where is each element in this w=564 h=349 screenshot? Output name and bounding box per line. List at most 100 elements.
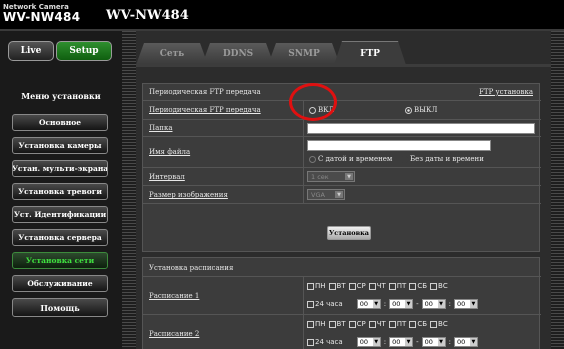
menu-title: Меню установки — [21, 91, 101, 101]
interval-value: 1 сек — [311, 172, 329, 181]
sidebar-item-camera[interactable]: Установка камеры — [12, 137, 108, 154]
all-day-checkbox[interactable]: 24 часа — [307, 338, 343, 346]
column-divider — [303, 315, 304, 349]
day-label: ПН — [315, 282, 326, 290]
day-checkbox-sat[interactable]: СБ — [409, 282, 427, 290]
interval-label[interactable]: Интервал — [149, 173, 185, 181]
tab-ftp[interactable]: FTP — [334, 41, 406, 65]
start-hour-value: 00 — [359, 338, 368, 346]
day-label: СБ — [417, 282, 428, 290]
start-hour-select[interactable]: 00 ▼ — [356, 337, 381, 347]
checkbox-icon — [348, 282, 356, 290]
sidebar-item-basic[interactable]: Основное — [12, 114, 108, 131]
day-checkbox-fri[interactable]: ПТ — [388, 282, 406, 290]
checkbox-icon — [307, 320, 314, 328]
chevron-down-icon: ▼ — [405, 300, 413, 308]
time-separator: : — [448, 338, 451, 346]
day-checkbox-sun[interactable]: ВС — [430, 282, 448, 290]
day-checkbox-tue[interactable]: ВТ — [328, 320, 346, 328]
range-separator: - — [416, 300, 419, 308]
install-button[interactable]: Установка — [327, 226, 371, 240]
tab-network[interactable]: Сеть — [136, 43, 208, 65]
day-checkbox-mon[interactable]: ПН — [307, 282, 326, 290]
with-datetime-radio[interactable]: С датой и временем — [309, 155, 392, 163]
start-minute-select[interactable]: 00 ▼ — [389, 337, 414, 347]
highlight-circle — [289, 83, 337, 121]
start-hour-select[interactable]: 00 ▼ — [356, 299, 381, 309]
schedule-2-times: 24 часа 00 ▼ : 00 ▼ - 00 ▼ : 00 ▼ — [307, 337, 478, 347]
day-checkbox-thu[interactable]: ЧТ — [368, 282, 386, 290]
checkbox-icon — [430, 320, 438, 328]
chevron-down-icon: ▼ — [372, 338, 380, 346]
interval-select[interactable]: 1 сек ▼ — [307, 171, 355, 182]
periodic-ftp-row: Периодическая FTP передача ВКЛ ВЫКЛ — [143, 101, 541, 120]
filename-label[interactable]: Имя файла — [149, 148, 190, 156]
live-button[interactable]: Live — [8, 41, 54, 61]
sidebar-item-multiscreen[interactable]: Устан. мульти-экрана — [12, 160, 108, 177]
image-size-select[interactable]: VGA ▼ — [307, 189, 345, 200]
schedule-1-times: 24 часа 00 ▼ : 00 ▼ - 00 ▼ : 00 ▼ — [307, 299, 478, 309]
end-hour-select[interactable]: 00 ▼ — [421, 299, 446, 309]
checkbox-icon — [307, 282, 314, 290]
schedule-2-label[interactable]: Расписание 2 — [149, 330, 199, 338]
chevron-down-icon: ▼ — [372, 300, 380, 308]
day-checkbox-sat[interactable]: СБ — [409, 320, 427, 328]
day-checkbox-sun[interactable]: ВС — [430, 320, 448, 328]
filename-row: Имя файла С датой и временем Без даты и … — [143, 137, 541, 168]
sidebar-item-maintenance[interactable]: Обслуживание — [12, 275, 108, 292]
checkbox-icon — [388, 282, 396, 290]
checkbox-icon — [328, 282, 336, 290]
ftp-setup-link[interactable]: FTP установка — [479, 88, 533, 96]
day-checkbox-mon[interactable]: ПН — [307, 320, 326, 328]
day-label: ЧТ — [376, 282, 386, 290]
filename-input[interactable] — [307, 140, 491, 151]
day-checkbox-tue[interactable]: ВТ — [328, 282, 346, 290]
start-minute-select[interactable]: 00 ▼ — [389, 299, 414, 309]
radio-on-icon — [405, 106, 412, 114]
folder-row: Папка — [143, 120, 541, 137]
help-button[interactable]: Помощь — [12, 298, 108, 317]
end-minute-select[interactable]: 00 ▼ — [453, 337, 478, 347]
image-size-label[interactable]: Размер изображения — [149, 191, 228, 199]
tab-ddns[interactable]: DDNS — [202, 43, 274, 65]
end-minute-select[interactable]: 00 ▼ — [453, 299, 478, 309]
day-checkbox-wed[interactable]: СР — [348, 282, 366, 290]
schedule-header-row: Установка расписания — [143, 258, 541, 277]
end-hour-select[interactable]: 00 ▼ — [421, 337, 446, 347]
sidebar: Live Setup Меню установки Основное Устан… — [0, 31, 122, 349]
ftp-off-radio[interactable]: ВЫКЛ — [405, 106, 437, 114]
sidebar-item-alarm[interactable]: Установка тревоги — [12, 183, 108, 200]
day-checkbox-fri[interactable]: ПТ — [388, 320, 406, 328]
radio-icon — [401, 155, 408, 163]
chevron-down-icon: ▼ — [335, 191, 343, 198]
schedule-1-days: ПН ВТ СР ЧТ ПТ СБ ВС — [307, 282, 448, 290]
schedule-title: Установка расписания — [149, 264, 234, 272]
brand-logo: WV-NW484 — [3, 10, 81, 24]
checkbox-icon — [409, 282, 417, 290]
checkbox-icon — [388, 320, 396, 328]
interval-row: Интервал 1 сек ▼ — [143, 168, 541, 186]
sidebar-item-network[interactable]: Установка сети — [12, 252, 108, 269]
scrollbar[interactable] — [551, 31, 564, 349]
all-day-checkbox[interactable]: 24 часа — [307, 300, 343, 308]
folder-label[interactable]: Папка — [149, 124, 173, 132]
day-checkbox-wed[interactable]: СР — [348, 320, 366, 328]
without-datetime-radio[interactable]: Без даты и времени — [401, 155, 484, 163]
setup-button[interactable]: Setup — [56, 41, 112, 61]
schedule-1-label[interactable]: Расписание 1 — [149, 292, 199, 300]
day-label: ВС — [438, 282, 448, 290]
day-checkbox-thu[interactable]: ЧТ — [368, 320, 386, 328]
tab-snmp[interactable]: SNMP — [268, 43, 340, 65]
folder-input[interactable] — [307, 123, 535, 134]
checkbox-icon — [368, 320, 376, 328]
sidebar-item-server[interactable]: Установка сервера — [12, 229, 108, 246]
column-divider — [303, 137, 304, 167]
range-separator: - — [416, 338, 419, 346]
column-divider — [303, 168, 304, 185]
day-label: ВТ — [336, 320, 346, 328]
periodic-ftp-label[interactable]: Периодическая FTP передача — [149, 106, 261, 114]
end-hour-value: 00 — [424, 300, 433, 308]
ftp-panel: Периодическая FTP передача FTP установка… — [142, 83, 541, 252]
sidebar-item-auth[interactable]: Уст. Идентификации — [12, 206, 108, 223]
checkbox-icon — [409, 320, 417, 328]
